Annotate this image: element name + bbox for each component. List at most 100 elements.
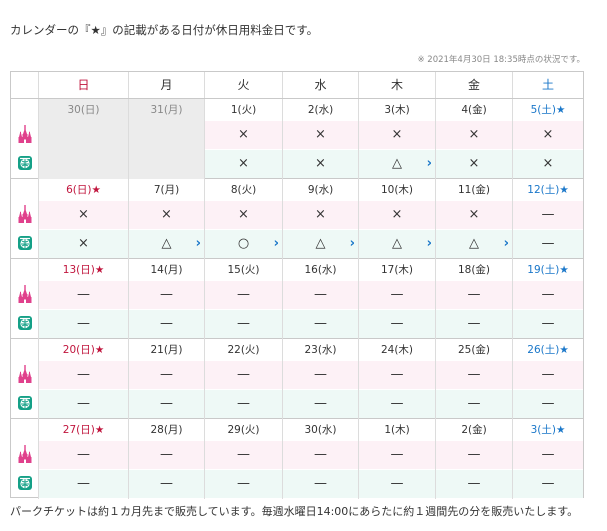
- sea-availability[interactable]: △ ›: [359, 230, 435, 258]
- weekday-sat: 土: [512, 72, 583, 98]
- chevron-right-icon[interactable]: ›: [504, 230, 509, 258]
- land-availability-mark: —: [467, 287, 481, 302]
- land-availability: ×: [39, 201, 128, 229]
- calendar-day-cell: 5(土)★ × ×: [512, 99, 583, 179]
- sea-availability-mark: —: [314, 316, 327, 331]
- land-availability-mark: —: [467, 367, 481, 382]
- land-availability: —: [205, 281, 282, 309]
- land-availability: —: [283, 441, 358, 469]
- sea-availability-mark: △: [161, 236, 172, 251]
- land-availability: —: [436, 441, 512, 469]
- castle-icon: [18, 365, 32, 384]
- land-availability-mark: ×: [238, 127, 249, 142]
- land-availability-mark: —: [314, 287, 327, 302]
- weekday-sun: 日: [38, 72, 128, 98]
- chevron-right-icon[interactable]: ›: [196, 230, 201, 258]
- chevron-right-icon[interactable]: ›: [427, 150, 432, 178]
- calendar-day-cell: 3(土)★ — —: [512, 419, 583, 499]
- day-date-label: 10(木): [380, 184, 414, 196]
- sea-availability: —: [205, 470, 282, 498]
- globe-icon: [18, 155, 32, 170]
- land-availability-mark: —: [467, 447, 481, 462]
- sea-availability-mark: ×: [238, 156, 249, 171]
- weekday-header: 日月火水木金土: [11, 72, 583, 99]
- calendar-day-cell: 20(日)★ — —: [38, 339, 128, 419]
- weekday-mon: 月: [128, 72, 204, 98]
- calendar-week-row: 27(日)★ — — 28(月) — — 29(火) — — 30(水) — — 1(木) — — 2(金) —…: [11, 419, 583, 499]
- land-availability: —: [436, 361, 512, 389]
- calendar-day-cell: 31(月): [128, 99, 204, 179]
- day-date-label: 18(金): [457, 264, 491, 276]
- land-availability-mark: —: [390, 287, 404, 302]
- castle-icon: [18, 445, 32, 464]
- calendar-week-row: 13(日)★ — —14(月) — —15(火) — —16(水) — —17(木) — —18(金…: [11, 259, 583, 339]
- land-availability: —: [129, 361, 204, 389]
- land-availability-mark: —: [541, 447, 555, 462]
- sea-availability[interactable]: △ ›: [129, 230, 204, 258]
- sea-availability-mark: —: [77, 396, 90, 411]
- calendar-day-cell: 22(火) — —: [204, 339, 282, 419]
- castle-icon: [18, 205, 32, 224]
- sea-availability-mark: △: [392, 236, 402, 251]
- day-date-label: 29(火): [227, 424, 260, 436]
- calendar-day-cell: 27(日)★ — —: [38, 419, 128, 499]
- land-availability-mark: ×: [468, 127, 480, 142]
- sea-availability: —: [39, 310, 128, 338]
- sea-availability-mark: —: [467, 396, 481, 411]
- day-date-label: 7(月): [153, 184, 180, 196]
- land-availability-mark: ×: [468, 207, 480, 222]
- day-date-label: 3(木): [384, 104, 410, 116]
- land-availability-mark: —: [314, 367, 327, 382]
- sea-availability-mark: —: [77, 476, 90, 491]
- sea-availability-mark: —: [467, 476, 481, 491]
- day-date-label: 23(水): [304, 344, 337, 356]
- land-availability-mark: —: [237, 287, 250, 302]
- land-availability: —: [359, 361, 435, 389]
- land-availability: ×: [205, 201, 282, 229]
- sea-availability[interactable]: △ ›: [436, 230, 512, 258]
- chevron-right-icon[interactable]: ›: [274, 230, 279, 258]
- land-availability-mark: ×: [78, 207, 89, 222]
- sea-availability: —: [436, 390, 512, 418]
- day-date-label: 3(土)★: [530, 424, 566, 436]
- land-availability-mark: —: [77, 447, 90, 462]
- land-availability-mark: —: [541, 207, 555, 222]
- sea-availability-mark: —: [314, 396, 327, 411]
- calendar-day-cell: 2(金) — —: [435, 419, 512, 499]
- sea-availability[interactable]: ○ ›: [205, 230, 282, 258]
- calendar-day-cell: 7(月) × △ ›: [128, 179, 204, 259]
- sea-availability-mark: —: [237, 316, 250, 331]
- sea-availability: ×: [283, 150, 358, 178]
- sea-availability: —: [205, 390, 282, 418]
- land-availability-mark: —: [314, 447, 327, 462]
- calendar-day-cell: 9(水) × △ ›: [282, 179, 358, 259]
- calendar-day-cell: 24(木) — —: [358, 339, 435, 419]
- land-availability: —: [39, 281, 128, 309]
- sea-availability[interactable]: △ ›: [283, 230, 358, 258]
- day-date-label: 16(水): [304, 264, 337, 276]
- land-availability-mark: —: [390, 367, 404, 382]
- sea-availability-mark: —: [390, 316, 404, 331]
- park-icons: [11, 419, 38, 499]
- weekday-tue: 火: [204, 72, 282, 98]
- land-availability-mark: —: [390, 447, 404, 462]
- sea-availability[interactable]: △ ›: [359, 150, 435, 178]
- chevron-right-icon[interactable]: ›: [427, 230, 432, 258]
- sea-availability: —: [205, 310, 282, 338]
- sea-availability: —: [283, 310, 358, 338]
- land-availability-mark: —: [160, 447, 173, 462]
- sea-availability-mark: —: [541, 396, 555, 411]
- day-date-label: 24(木): [380, 344, 414, 356]
- day-date-label: 27(日)★: [62, 424, 105, 436]
- land-availability: —: [359, 441, 435, 469]
- calendar-day-cell: 30(水) — —: [282, 419, 358, 499]
- sea-availability-mark: △: [469, 236, 479, 251]
- day-date-label: 20(日)★: [62, 344, 105, 356]
- day-date-label: 1(木): [384, 424, 410, 436]
- sea-availability: —: [513, 470, 583, 498]
- day-date-label: 30(日): [67, 104, 100, 116]
- chevron-right-icon[interactable]: ›: [350, 230, 355, 258]
- land-availability: —: [129, 281, 204, 309]
- land-availability-mark: —: [541, 367, 555, 382]
- park-icons: [11, 339, 38, 419]
